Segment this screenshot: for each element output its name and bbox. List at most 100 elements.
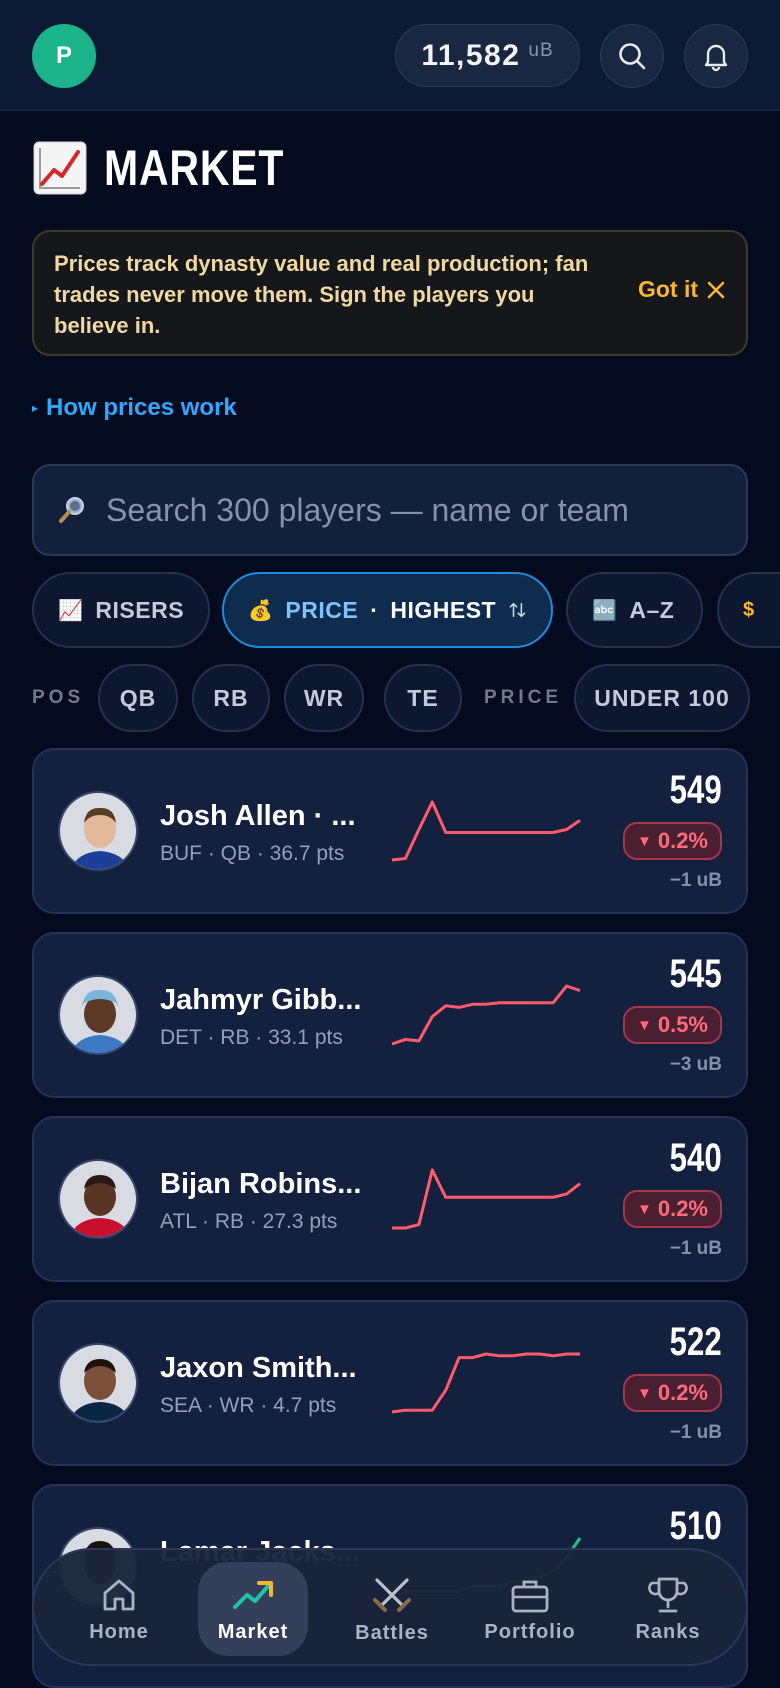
notifications-button[interactable] xyxy=(684,24,748,88)
price-filter-label: PRICE xyxy=(484,687,563,708)
dismiss-banner-button[interactable]: Got it xyxy=(638,276,726,303)
search-button[interactable] xyxy=(600,24,664,88)
sort-more-chip[interactable]: $ xyxy=(717,572,780,648)
player-photo xyxy=(58,791,138,871)
player-meta: SEA · WR · 4.7 pts xyxy=(160,1394,337,1417)
briefcase-icon xyxy=(511,1580,549,1612)
player-meta: BUF · QB · 36.7 pts xyxy=(160,842,345,865)
swords-icon xyxy=(373,1577,411,1612)
price-sparkline xyxy=(392,1168,581,1230)
balance-pill[interactable]: 11,582 uB xyxy=(395,24,580,87)
filter-row: POS QB RB WR TE PRICE UNDER 100 xyxy=(32,664,780,732)
player-price: 545 xyxy=(669,952,722,996)
player-meta: DET · RB · 33.1 pts xyxy=(160,1026,343,1049)
filter-te-chip[interactable]: TE xyxy=(384,664,462,732)
balance-unit: uB xyxy=(528,39,554,61)
magnifier-icon xyxy=(59,497,84,523)
player-price: 540 xyxy=(669,1136,722,1180)
price-change-badge: ▼ 0.2% xyxy=(622,1374,722,1412)
abc-icon: 🔤 xyxy=(592,599,618,622)
price-delta: −3 uB xyxy=(669,1054,722,1075)
price-sparkline xyxy=(391,800,581,862)
player-headshot-icon xyxy=(60,1345,136,1421)
sparkline-path xyxy=(391,1352,580,1414)
sort-chip-row: 📈 RISERS 💰 PRICE · HIGHEST 🔤 A–Z $ xyxy=(32,572,780,648)
how-prices-work-label: How prices work xyxy=(46,394,237,421)
top-bar: P 11,582 uB xyxy=(0,0,780,111)
bottom-nav: Home Market Battles Portfolio Ranks xyxy=(32,1548,748,1666)
price-change-value: 0.2% xyxy=(657,828,708,853)
search-input[interactable] xyxy=(106,491,746,529)
sort-direction-label: HIGHEST xyxy=(390,596,497,623)
player-headshot-icon xyxy=(60,977,136,1053)
down-triangle-icon: ▼ xyxy=(636,832,652,850)
filter-wr-chip[interactable]: WR xyxy=(284,664,364,732)
down-triangle-icon: ▼ xyxy=(636,1016,652,1034)
player-search[interactable] xyxy=(32,464,748,556)
sort-arrows-icon xyxy=(509,602,526,618)
down-triangle-icon: ▼ xyxy=(636,1200,652,1218)
price-change-badge: ▼ 0.2% xyxy=(622,822,722,860)
chart-increasing-icon xyxy=(33,141,87,195)
nav-home[interactable]: Home xyxy=(64,1562,174,1656)
price-delta: −1 uB xyxy=(669,1422,722,1443)
more-sort-icon: $ xyxy=(743,598,755,621)
player-photo xyxy=(58,1159,138,1239)
sort-risers-chip[interactable]: 📈 RISERS xyxy=(32,572,210,648)
player-headshot-icon xyxy=(60,793,136,869)
trophy-icon xyxy=(648,1577,688,1612)
price-change-value: 0.5% xyxy=(657,1012,708,1037)
price-change-badge: ▼ 0.5% xyxy=(622,1006,722,1044)
player-meta: ATL · RB · 27.3 pts xyxy=(160,1210,338,1233)
home-icon xyxy=(103,1579,135,1610)
player-card[interactable]: Josh Allen · ... BUF · QB · 36.7 pts 549… xyxy=(32,748,748,914)
bell-icon xyxy=(704,44,728,72)
nav-market-label: Market xyxy=(217,1620,289,1643)
nav-battles[interactable]: Battles xyxy=(337,1562,447,1656)
price-sparkline xyxy=(391,984,581,1046)
sparkline-path xyxy=(391,984,581,1046)
balance-amount: 11,582 xyxy=(421,38,521,72)
filter-qb-chip[interactable]: QB xyxy=(98,664,178,732)
player-name: Jahmyr Gibb... xyxy=(160,984,362,1016)
player-price: 522 xyxy=(669,1320,722,1364)
price-change-badge: ▼ 0.2% xyxy=(622,1190,722,1228)
player-name: Bijan Robins... xyxy=(160,1168,362,1200)
sort-price-chip[interactable]: 💰 PRICE · HIGHEST xyxy=(222,572,553,648)
player-card[interactable]: Jahmyr Gibb... DET · RB · 33.1 pts 545 ▼… xyxy=(32,932,748,1098)
banner-message: Prices track dynasty value and real prod… xyxy=(54,251,589,338)
sort-az-label: A–Z xyxy=(629,596,675,623)
nav-market[interactable]: Market xyxy=(198,1562,308,1656)
player-card[interactable]: Bijan Robins... ATL · RB · 27.3 pts 540 … xyxy=(32,1116,748,1282)
player-name: Jaxon Smith... xyxy=(160,1352,357,1384)
down-triangle-icon: ▼ xyxy=(636,1384,652,1402)
disclosure-triangle-icon: ▸ xyxy=(32,401,39,415)
nav-ranks[interactable]: Ranks xyxy=(613,1562,723,1656)
sparkline-path xyxy=(391,800,581,862)
filter-under-100-chip[interactable]: UNDER 100 xyxy=(574,664,750,732)
sort-price-label: PRICE xyxy=(285,596,359,623)
player-photo xyxy=(58,975,138,1055)
nav-home-label: Home xyxy=(89,1620,149,1643)
avatar[interactable]: P xyxy=(32,24,96,88)
sparkline-path xyxy=(392,1168,581,1230)
nav-ranks-label: Ranks xyxy=(635,1620,701,1643)
player-card[interactable]: Jaxon Smith... SEA · WR · 4.7 pts 522 ▼ … xyxy=(32,1300,748,1466)
player-price: 549 xyxy=(669,768,722,812)
money-bag-icon: 💰 xyxy=(248,599,274,622)
position-filter-label: POS xyxy=(32,687,85,708)
sort-risers-label: RISERS xyxy=(95,596,185,623)
nav-portfolio[interactable]: Portfolio xyxy=(475,1562,585,1656)
filter-rb-chip[interactable]: RB xyxy=(192,664,270,732)
player-photo xyxy=(58,1343,138,1423)
player-name: Josh Allen · ... xyxy=(160,800,356,832)
price-delta: −1 uB xyxy=(669,870,722,891)
sort-az-chip[interactable]: 🔤 A–Z xyxy=(566,572,703,648)
price-delta: −1 uB xyxy=(669,1238,722,1259)
price-change-value: 0.2% xyxy=(657,1196,708,1221)
nav-portfolio-label: Portfolio xyxy=(484,1620,576,1643)
how-prices-work-toggle[interactable]: ▸ How prices work xyxy=(32,394,237,422)
price-sparkline xyxy=(391,1352,580,1414)
dismiss-label: Got it xyxy=(637,276,698,302)
player-headshot-icon xyxy=(60,1161,136,1237)
